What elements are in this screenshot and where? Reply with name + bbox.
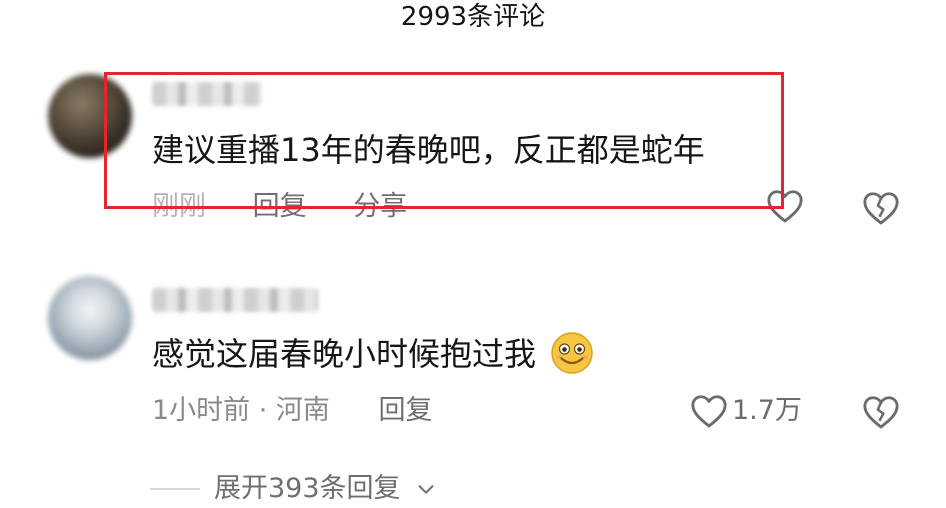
divider-line xyxy=(150,488,200,490)
comment-text-content: 感觉这届春晚小时候抱过我 xyxy=(152,335,537,373)
broken-heart-icon[interactable] xyxy=(862,190,900,226)
like-count: 1.7万 xyxy=(732,395,802,426)
comment-meta: 1小时前 · 河南 回复 xyxy=(152,392,433,430)
comment-time-location: 1小时前 · 河南 xyxy=(152,395,330,426)
expand-replies-button[interactable]: 展开393条回复 xyxy=(150,470,437,508)
broken-heart-icon[interactable] xyxy=(862,394,900,430)
smiley-emoji-icon xyxy=(551,332,593,374)
expand-replies-label: 展开393条回复 xyxy=(214,473,401,504)
like-button[interactable]: 1.7万 xyxy=(690,392,802,430)
avatar[interactable] xyxy=(48,276,132,360)
comment-text: 感觉这届春晚小时候抱过我 xyxy=(152,332,594,378)
username-blurred[interactable] xyxy=(152,288,318,312)
chevron-down-icon xyxy=(418,485,433,494)
heart-icon xyxy=(691,395,727,428)
highlight-box xyxy=(104,72,784,209)
reply-button[interactable]: 回复 xyxy=(379,392,433,430)
comment-count-title: 2993条评论 xyxy=(400,2,546,32)
